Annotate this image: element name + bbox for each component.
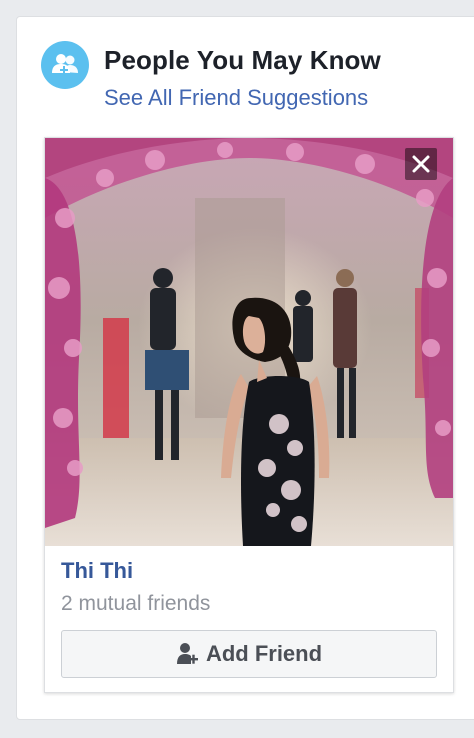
add-friend-button[interactable]: Add Friend — [61, 630, 437, 678]
friend-suggestion-card: Thi Thi 2 mutual friends Add Friend — [44, 137, 454, 693]
suggested-friend-name[interactable]: Thi Thi — [61, 558, 133, 584]
section-title: People You May Know — [104, 45, 381, 75]
mutual-friends-count[interactable]: 2 mutual friends — [61, 592, 210, 616]
add-friend-label: Add Friend — [205, 641, 323, 666]
dismiss-suggestion-button[interactable] — [405, 148, 437, 180]
profile-photo[interactable] — [45, 138, 453, 546]
friends-icon — [41, 41, 89, 89]
people-you-may-know-panel: People You May Know See All Friend Sugge… — [16, 16, 474, 720]
add-friend-icon — [176, 643, 198, 664]
see-all-friend-suggestions-link[interactable]: See All Friend Suggestions — [104, 85, 368, 111]
close-icon — [412, 155, 430, 173]
